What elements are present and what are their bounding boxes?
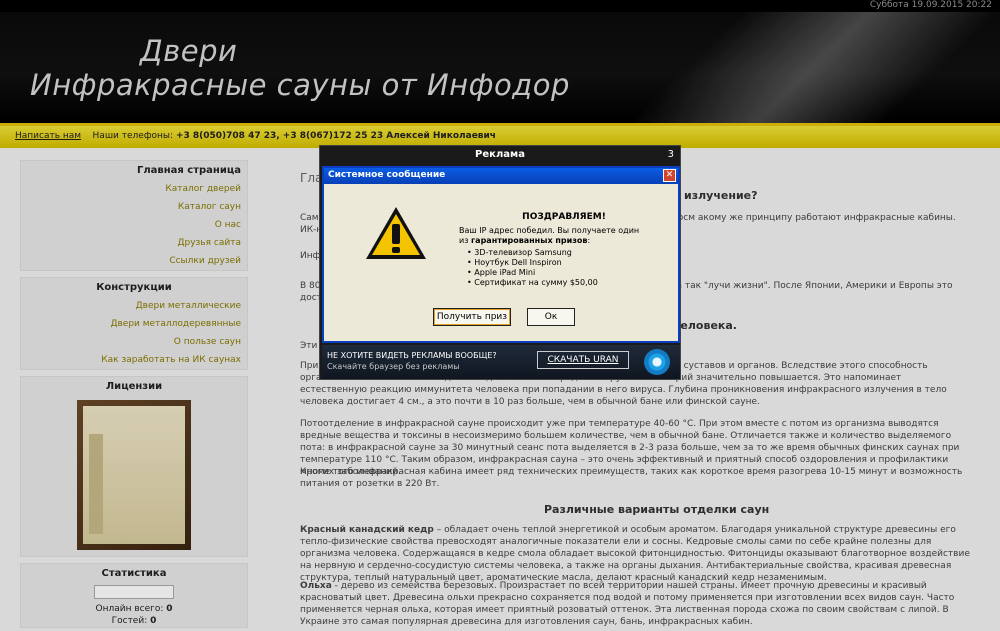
- ad-title: Реклама 3: [320, 146, 680, 164]
- prize-item: • Сертификат на сумму $50,00: [467, 278, 598, 287]
- uran-logo-icon: [644, 349, 670, 375]
- congrats-heading: ПОЗДРАВЛЯЕМ!: [522, 212, 606, 222]
- get-prize-button[interactable]: Получить приз: [433, 308, 511, 326]
- prize-item: • Apple iPad Mini: [467, 268, 536, 277]
- message-line1: Ваш IP адрес победил. Вы получаете один: [459, 226, 640, 235]
- browser-ad-banner: НЕ ХОТИТЕ ВИДЕТЬ РЕКЛАМЫ ВООБЩЕ? Скачайт…: [322, 345, 680, 379]
- prize-list: • 3D-телевизор Samsung • Ноутбук Dell In…: [467, 248, 669, 288]
- message-line2: из гарантированных призов:: [459, 236, 591, 245]
- dialog-message: ПОЗДРАВЛЯЕМ! Ваш IP адрес победил. Вы по…: [459, 212, 669, 288]
- download-uran-button[interactable]: СКАЧАТЬ URAN: [537, 351, 629, 369]
- close-icon[interactable]: ✕: [663, 169, 676, 182]
- banner-subtext: Скачайте браузер без рекламы: [327, 362, 460, 371]
- prize-item: • 3D-телевизор Samsung: [467, 248, 572, 257]
- prize-item: • Ноутбук Dell Inspiron: [467, 258, 562, 267]
- banner-question: НЕ ХОТИТЕ ВИДЕТЬ РЕКЛАМЫ ВООБЩЕ?: [327, 351, 497, 360]
- ad-countdown: 3: [667, 149, 674, 160]
- system-message-dialog: Системное сообщение ✕ ПОЗДРАВЛЯЕМ! Ваш I…: [322, 166, 680, 343]
- dialog-titlebar: Системное сообщение ✕: [324, 168, 678, 184]
- ad-popup: Реклама 3 Системное сообщение ✕ ПОЗДРАВЛ…: [319, 145, 681, 380]
- warning-icon: [364, 204, 428, 265]
- ok-button[interactable]: Ок: [527, 308, 575, 326]
